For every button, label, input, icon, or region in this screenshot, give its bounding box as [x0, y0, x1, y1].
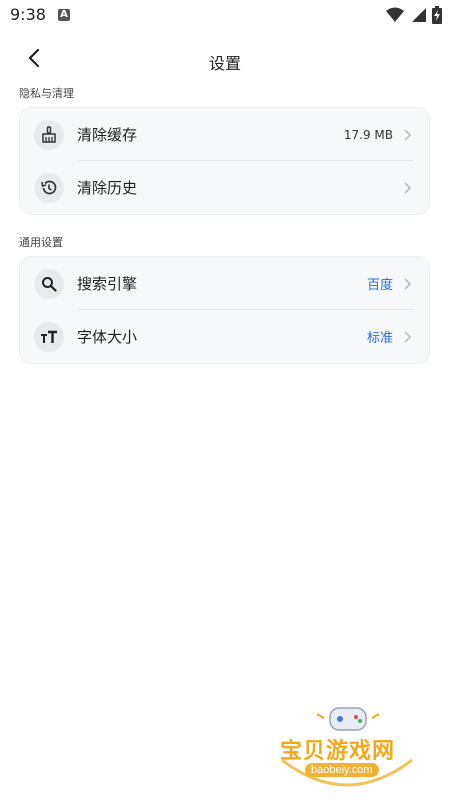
signal-icon	[410, 7, 426, 27]
row-label: 清除历史	[77, 179, 138, 197]
broom-icon	[34, 119, 64, 150]
search-engine-value: 百度	[366, 278, 393, 293]
chevron-right-icon	[403, 181, 413, 195]
font-size-value: 标准	[366, 331, 393, 346]
section-label-general: 通用设置	[19, 236, 63, 249]
battery-charging-icon	[432, 6, 442, 28]
row-label: 清除缓存	[77, 126, 138, 144]
watermark-url: baobeiy.com	[305, 763, 379, 777]
chevron-right-icon	[403, 128, 413, 142]
chevron-right-icon	[403, 277, 413, 291]
search-engine-item[interactable]: 搜索引擎 百度	[20, 257, 429, 310]
cache-size-value: 17.9 MB	[343, 127, 393, 142]
privacy-card: 清除缓存 17.9 MB 清除历史	[19, 107, 430, 215]
clear-cache-item[interactable]: 清除缓存 17.9 MB	[20, 108, 429, 161]
watermark-text: 宝贝游戏网	[280, 739, 396, 764]
notification-icon: A	[58, 9, 70, 21]
font-size-item[interactable]: 字体大小 标准	[20, 310, 429, 363]
status-icons	[386, 6, 442, 28]
section-label-privacy: 隐私与清理	[19, 87, 74, 100]
row-label: 字体大小	[77, 328, 138, 346]
status-time: 9:38	[10, 5, 46, 24]
page-title: 设置	[208, 54, 241, 73]
font-size-icon	[34, 321, 64, 352]
header: 设置	[0, 40, 450, 80]
chevron-right-icon	[403, 330, 413, 344]
general-card: 搜索引擎 百度 字体大小 标准	[19, 256, 430, 364]
clear-history-item[interactable]: 清除历史	[20, 161, 429, 214]
watermark-logo: 宝贝游戏网 baobeiy.com	[272, 700, 422, 795]
status-bar: 9:38 A	[0, 0, 450, 30]
wifi-icon	[386, 7, 404, 27]
history-icon	[34, 172, 64, 203]
search-icon	[34, 268, 64, 299]
row-label: 搜索引擎	[77, 275, 138, 293]
